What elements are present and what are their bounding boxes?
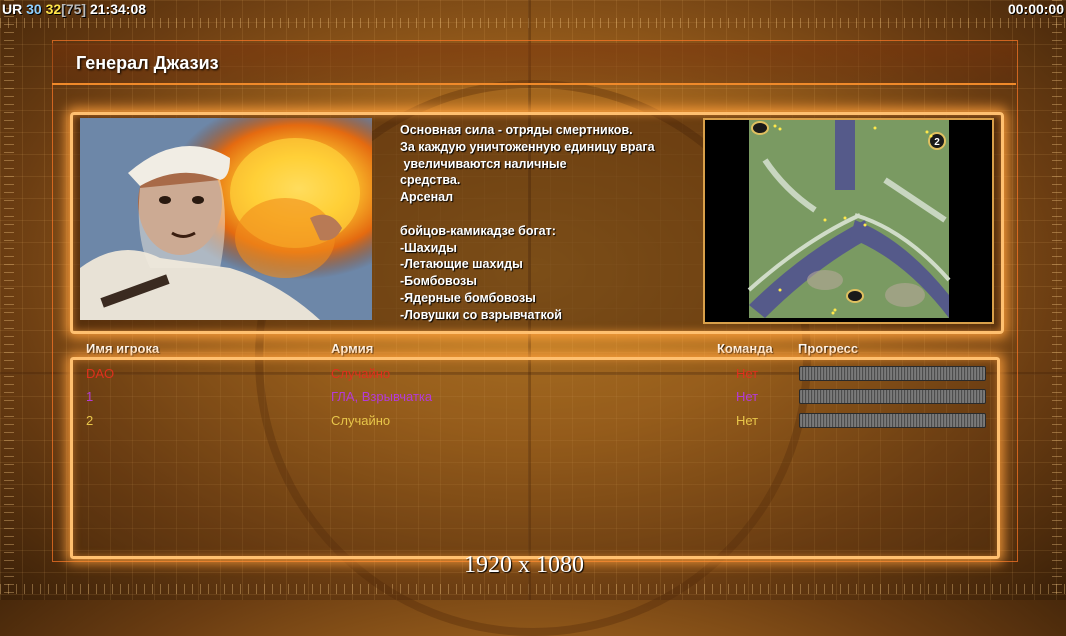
ruler-left <box>4 0 14 600</box>
player-row: DAO Случайно Нет <box>0 366 1066 386</box>
portrait-image <box>80 118 372 320</box>
hud-timer: 00:00:00 <box>1007 1 1064 17</box>
player-row: 1 ГЛА, Взрывчатка Нет <box>0 389 1066 409</box>
minimap: 2 <box>705 120 988 318</box>
start-position-label: 2 <box>934 137 940 148</box>
player-progress-bar <box>799 389 986 404</box>
hud-value-1: 30 <box>26 1 42 17</box>
player-army: Случайно <box>331 413 391 428</box>
start-position-marker[interactable] <box>846 289 864 303</box>
player-list-panel <box>70 357 1000 559</box>
player-name: 1 <box>86 389 94 404</box>
hud-value-3: [75] <box>61 1 87 17</box>
hud-stats: UR 30 32[75] 21:34:08 <box>2 1 146 17</box>
player-army: Случайно <box>331 366 391 381</box>
general-description: Основная сила - отряды смертников. За ка… <box>400 123 655 322</box>
player-army: ГЛА, Взрывчатка <box>331 389 433 404</box>
start-position-marker[interactable] <box>751 121 769 135</box>
hud-clock: 21:34:08 <box>89 1 147 17</box>
map-preview[interactable]: 2 <box>703 118 994 324</box>
player-row: 2 Случайно Нет <box>0 413 1066 433</box>
ruler-right <box>1052 0 1062 600</box>
general-portrait <box>80 118 372 320</box>
player-team: Нет <box>736 389 759 404</box>
player-name: DAO <box>86 366 115 381</box>
column-header-army: Армия <box>331 341 374 356</box>
hud-value-2: 32 <box>45 1 62 17</box>
column-header-player: Имя игрока <box>86 341 160 356</box>
player-name: 2 <box>86 413 94 428</box>
resolution-label: 1920 x 1080 <box>464 552 584 578</box>
hud-prefix: UR <box>2 1 23 17</box>
ruler-top <box>0 18 1066 28</box>
player-team: Нет <box>736 413 759 428</box>
page-title: Генерал Джазиз <box>76 53 219 73</box>
player-progress-bar <box>799 413 986 428</box>
column-header-team: Команда <box>717 341 773 356</box>
column-header-progress: Прогресс <box>798 341 859 356</box>
player-team: Нет <box>736 366 759 381</box>
player-progress-bar <box>799 366 986 381</box>
